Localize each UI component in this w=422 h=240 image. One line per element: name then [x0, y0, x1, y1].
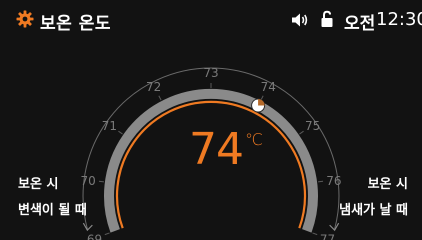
left-arrow-icon: [82, 222, 93, 232]
right-arrow-icon: [329, 222, 340, 232]
tick-mark: [118, 130, 123, 135]
tick-label: 69: [87, 232, 102, 240]
tick-label: 73: [203, 66, 218, 80]
tick-mark: [312, 232, 318, 236]
discoloration-label[interactable]: 보온 시 변색이 될 때: [18, 172, 87, 224]
discoloration-label-line1: 보온 시: [18, 177, 59, 192]
odor-label-line2: 냄새가 날 때: [339, 203, 408, 218]
tick-mark: [299, 130, 304, 135]
temperature-readout: 74 ℃: [189, 124, 263, 175]
tick-label: 71: [102, 119, 117, 133]
tick-mark: [158, 95, 162, 101]
tick-mark: [104, 232, 110, 236]
odor-label[interactable]: 보온 시 냄새가 날 때: [339, 172, 408, 224]
tick-label: 77: [320, 232, 335, 240]
temperature-value: 74: [189, 124, 244, 175]
tick-mark: [98, 180, 104, 183]
knob-quadrant: [258, 99, 265, 106]
tick-label: 75: [305, 119, 320, 133]
discoloration-label-line2: 변색이 될 때: [18, 203, 87, 218]
odor-label-line1: 보온 시: [367, 177, 408, 192]
tick-label: 74: [261, 80, 276, 94]
temperature-unit: ℃: [245, 130, 263, 149]
tick-label: 72: [146, 80, 161, 94]
tick-mark: [318, 180, 324, 183]
